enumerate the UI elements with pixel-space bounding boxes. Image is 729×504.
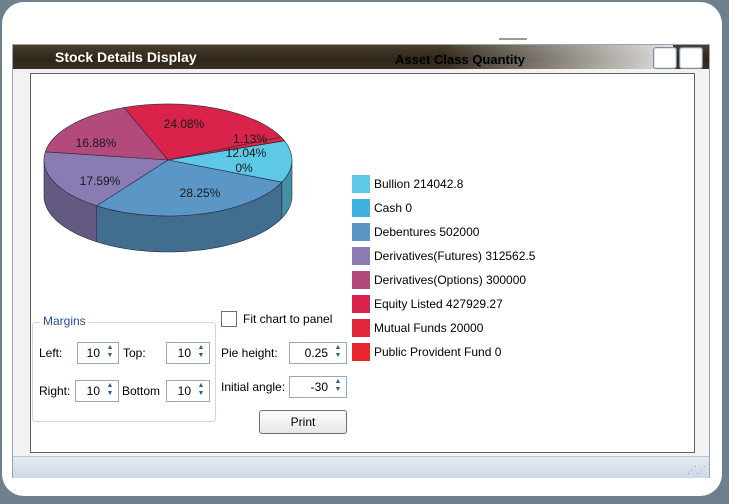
legend-label: Derivatives(Futures) 312562.5: [374, 249, 536, 263]
spinner-arrows-icon[interactable]: ▲ ▼: [104, 344, 116, 360]
spinner-arrows-icon[interactable]: ▲ ▼: [195, 382, 207, 398]
spinner-arrows-icon[interactable]: ▲ ▼: [332, 344, 344, 360]
legend-label: Derivatives(Options) 300000: [374, 273, 527, 287]
legend-swatch: [352, 199, 370, 217]
right-margin-spinner[interactable]: 10 ▲ ▼: [75, 380, 119, 402]
initial-angle-spinner[interactable]: -30 ▲ ▼: [289, 376, 347, 398]
bottom-label: Bottom: [122, 384, 161, 398]
top-margin-value: 10: [177, 346, 191, 360]
right-label: Right:: [39, 384, 71, 398]
pie-height-spinner[interactable]: 0.25 ▲ ▼: [289, 342, 347, 364]
left-margin-spinner[interactable]: 10 ▲ ▼: [77, 342, 119, 364]
left-label: Left:: [39, 346, 63, 360]
fit-chart-label: Fit chart to panel: [243, 312, 333, 326]
pie-slice-label: 12.04%: [226, 146, 267, 160]
legend-label: Cash 0: [374, 201, 413, 215]
left-margin-value: 10: [86, 346, 100, 360]
pie-height-value: 0.25: [304, 346, 328, 360]
legend-label: Public Provident Fund 0: [374, 345, 502, 359]
margins-group: [32, 322, 216, 422]
top-margin-spinner[interactable]: 10 ▲ ▼: [166, 342, 210, 364]
top-label: Top:: [123, 346, 146, 360]
legend-label: Debentures 502000: [374, 225, 480, 239]
legend-swatch: [352, 175, 370, 193]
legend-swatch: [352, 295, 370, 313]
spinner-arrows-icon[interactable]: ▲ ▼: [195, 344, 207, 360]
spinner-arrows-icon[interactable]: ▲ ▼: [104, 382, 116, 398]
right-margin-value: 10: [86, 384, 100, 398]
legend-title: Asset Class Quantity: [394, 52, 526, 67]
legend-label: Mutual Funds 20000: [374, 321, 484, 335]
pie-slice-label: 1.13%: [233, 132, 267, 146]
bottom-margin-value: 10: [177, 384, 191, 398]
pie-slice-label: 16.88%: [76, 136, 117, 150]
pie-height-label: Pie height:: [221, 346, 278, 360]
pie-slice-label: 24.08%: [164, 117, 205, 131]
pie-slice-label: 28.25%: [180, 186, 221, 200]
legend-swatch: [352, 223, 370, 241]
margins-title: Margins: [40, 314, 89, 328]
initial-angle-label: Initial angle:: [221, 380, 286, 394]
legend-label: Equity Listed 427929.27: [374, 297, 503, 311]
legend-swatch: [352, 343, 370, 361]
legend-swatch: [352, 319, 370, 337]
bottom-margin-spinner[interactable]: 10 ▲ ▼: [166, 380, 210, 402]
print-button[interactable]: Print: [259, 410, 347, 434]
legend-swatch: [352, 271, 370, 289]
fit-chart-checkbox[interactable]: [221, 311, 237, 327]
spinner-arrows-icon[interactable]: ▲ ▼: [332, 378, 344, 394]
legend-swatch: [352, 247, 370, 265]
initial-angle-value: -30: [310, 380, 328, 394]
pie-slice-label: 0%: [235, 161, 253, 175]
pie-slice-label: 17.59%: [80, 174, 121, 188]
legend-label: Bullion 214042.8: [374, 177, 464, 191]
